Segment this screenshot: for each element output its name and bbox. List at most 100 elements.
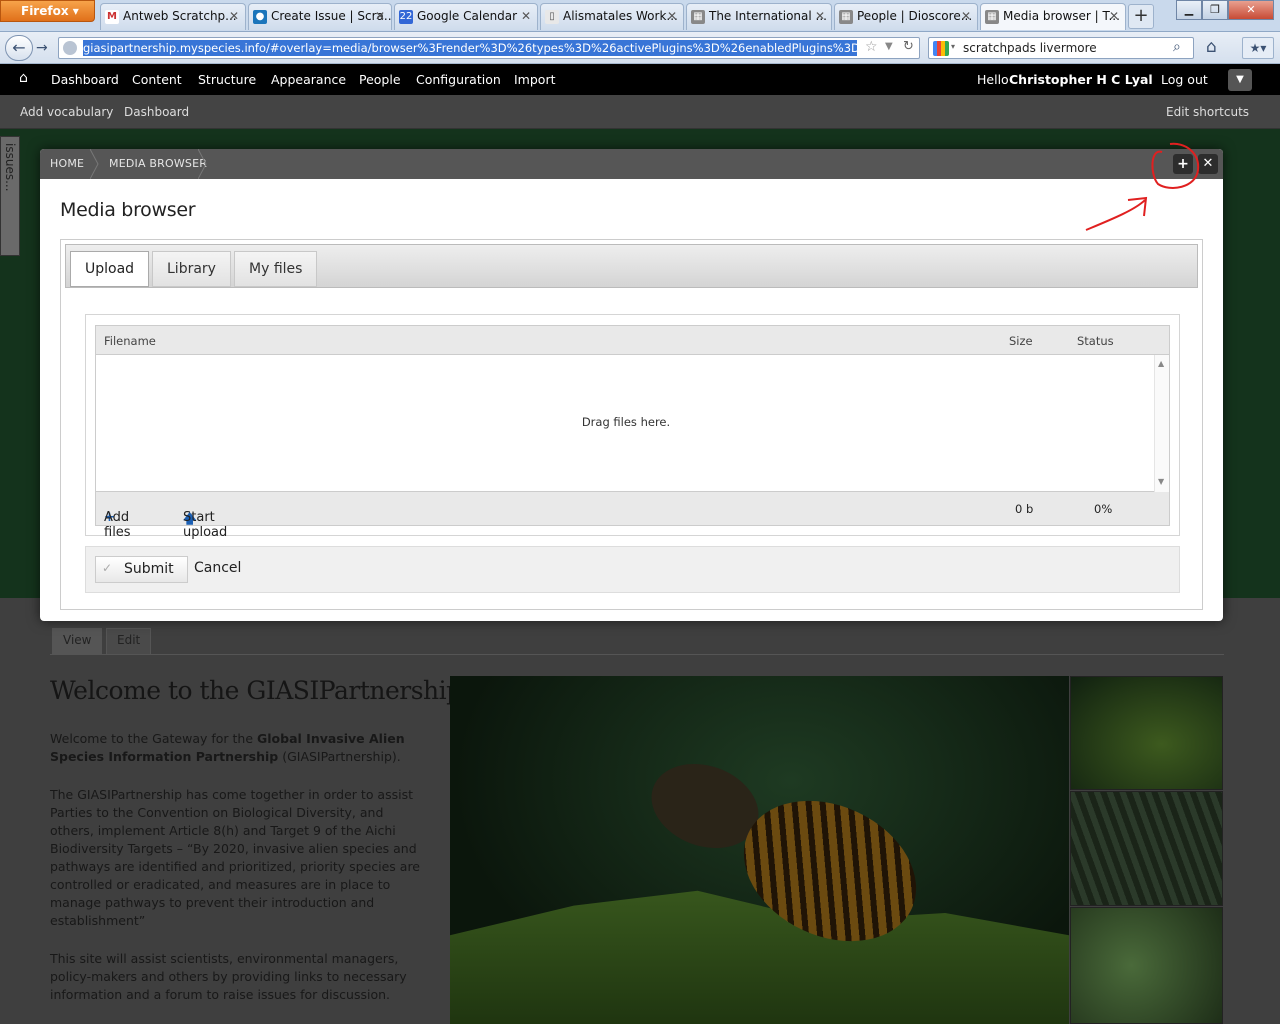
edit-shortcuts-link[interactable]: Edit shortcuts bbox=[1166, 105, 1249, 119]
column-status: Status bbox=[1077, 334, 1114, 348]
breadcrumb-home[interactable]: HOME bbox=[50, 149, 84, 179]
window-close-button[interactable]: ✕ bbox=[1228, 0, 1274, 20]
toolbar-structure[interactable]: Structure bbox=[198, 72, 256, 87]
bookmarks-menu-icon[interactable]: ★▾ bbox=[1242, 37, 1274, 59]
forward-button[interactable]: → bbox=[36, 38, 54, 58]
firefox-menu-button[interactable]: Firefox ▾ bbox=[0, 0, 95, 22]
home-icon[interactable]: ⌂ bbox=[1206, 37, 1217, 57]
search-input[interactable]: scratchpads livermore bbox=[963, 41, 1097, 55]
thumbnail-image[interactable] bbox=[1070, 907, 1223, 1024]
close-tab-icon[interactable]: ✕ bbox=[375, 9, 385, 23]
close-tab-icon[interactable]: ✕ bbox=[961, 9, 971, 23]
cancel-link[interactable]: Cancel bbox=[194, 560, 241, 576]
checkmark-icon: ✓ bbox=[102, 561, 113, 575]
grid-icon: ▦ bbox=[691, 10, 705, 24]
search-bar[interactable]: ▾ scratchpads livermore ⌕ bbox=[928, 37, 1194, 59]
toolbar-content[interactable]: Content bbox=[132, 72, 182, 87]
close-tab-icon[interactable]: ✕ bbox=[521, 9, 531, 23]
file-list-scrollbar[interactable]: ▲ ▼ bbox=[1154, 355, 1169, 492]
file-table-footer: + Add files 🡅 Start upload 0 b 0% bbox=[95, 492, 1170, 540]
close-tab-icon[interactable]: ✕ bbox=[229, 9, 239, 23]
tab-upload[interactable]: Upload bbox=[70, 251, 150, 287]
file-drop-zone[interactable]: Drag files here. ▲ ▼ bbox=[95, 355, 1170, 492]
grid-icon: ▦ bbox=[839, 10, 853, 24]
logout-link[interactable]: Log out bbox=[1161, 72, 1208, 87]
browser-tab[interactable]: M Antweb Scratchp... ✕ bbox=[100, 3, 246, 30]
google-icon[interactable] bbox=[933, 41, 949, 56]
scroll-down-icon[interactable]: ▼ bbox=[1158, 477, 1164, 486]
bookmark-star-icon[interactable]: ☆ bbox=[865, 39, 878, 55]
close-tab-icon[interactable]: ✕ bbox=[1109, 9, 1119, 23]
search-icon[interactable]: ⌕ bbox=[1173, 39, 1181, 55]
tabs-divider bbox=[50, 654, 1224, 655]
page-title: Welcome to the GIASIPartnership bbox=[50, 676, 462, 705]
tab-edit[interactable]: Edit bbox=[106, 628, 152, 654]
browser-tab[interactable]: ▦ People | Dioscore... ✕ bbox=[834, 3, 978, 30]
submit-label: Submit bbox=[124, 561, 174, 577]
shortcut-add-vocabulary[interactable]: Add vocabulary bbox=[20, 105, 113, 119]
tab-my-files[interactable]: My files bbox=[234, 251, 318, 287]
toolbar-dashboard[interactable]: Dashboard bbox=[51, 72, 119, 87]
thumbnail-image[interactable] bbox=[1070, 791, 1223, 906]
user-name-link[interactable]: Christopher H C Lyal bbox=[1009, 72, 1153, 87]
toolbar-people[interactable]: People bbox=[359, 72, 401, 87]
url-bar[interactable]: giasipartnership.myspecies.info/#overlay… bbox=[58, 37, 920, 59]
scroll-up-icon[interactable]: ▲ bbox=[1158, 359, 1164, 368]
tab-view[interactable]: View bbox=[52, 628, 103, 654]
site-identity-icon[interactable] bbox=[63, 41, 77, 55]
tab-label: Antweb Scratchp... bbox=[123, 9, 237, 23]
restore-button[interactable]: ❐ bbox=[1202, 0, 1228, 20]
engine-dropdown-icon[interactable]: ▾ bbox=[951, 42, 955, 51]
thumbnail-image[interactable] bbox=[1070, 676, 1223, 790]
toolbar-import[interactable]: Import bbox=[514, 72, 556, 87]
tab-library[interactable]: Library bbox=[152, 251, 231, 287]
tab-label: Google Calendar bbox=[417, 9, 518, 23]
issues-side-tab[interactable]: issues... bbox=[0, 136, 20, 256]
page-icon: ▯ bbox=[545, 10, 559, 24]
navigation-bar: ← → giasipartnership.myspecies.info/#ove… bbox=[0, 32, 1280, 64]
submit-button[interactable]: ✓ Submit bbox=[95, 556, 188, 583]
total-size: 0 b bbox=[1015, 502, 1034, 516]
tab-label: Create Issue | Scra... bbox=[271, 9, 392, 23]
home-icon[interactable]: ⌂ bbox=[19, 70, 28, 86]
tab-label: Media browser | T... bbox=[1003, 9, 1120, 23]
history-dropdown-icon[interactable]: ▼ bbox=[885, 41, 893, 52]
media-tabs: Upload Library My files bbox=[65, 244, 1198, 288]
file-table-header: Filename Size Status bbox=[95, 325, 1170, 355]
drop-message: Drag files here. bbox=[581, 415, 671, 429]
close-overlay-button[interactable]: ✕ bbox=[1198, 154, 1218, 174]
tab-label: The International ... bbox=[709, 9, 827, 23]
media-browser-overlay: HOME MEDIA BROWSER + ✕ Media browser Upl… bbox=[40, 149, 1223, 621]
add-files-label: Add files bbox=[104, 510, 131, 540]
browser-tab-active[interactable]: ▦ Media browser | T... ✕ bbox=[980, 3, 1126, 30]
toolbar-drawer-toggle[interactable]: ▼ bbox=[1228, 69, 1252, 91]
firefox-menu-label: Firefox bbox=[21, 4, 69, 18]
upload-widget: Filename Size Status Drag files here. ▲ … bbox=[85, 314, 1180, 540]
breadcrumb-separator-icon bbox=[90, 149, 99, 179]
url-text[interactable]: giasipartnership.myspecies.info/#overlay… bbox=[83, 40, 857, 56]
total-status: 0% bbox=[1094, 502, 1113, 516]
breadcrumb-media-browser[interactable]: MEDIA BROWSER bbox=[109, 149, 207, 179]
back-button[interactable]: ← bbox=[5, 35, 33, 61]
breadcrumb-separator-icon bbox=[198, 149, 207, 179]
toolbar-appearance[interactable]: Appearance bbox=[271, 72, 346, 87]
reload-icon[interactable]: ↻ bbox=[903, 39, 914, 54]
featured-beetle-image[interactable] bbox=[450, 676, 1069, 1024]
browser-tab[interactable]: 22 Google Calendar ✕ bbox=[394, 3, 538, 30]
browser-tab[interactable]: ▦ The International ... ✕ bbox=[686, 3, 832, 30]
add-shortcut-button[interactable]: + bbox=[1173, 154, 1193, 174]
shortcut-dashboard[interactable]: Dashboard bbox=[124, 105, 189, 119]
leaf-shape bbox=[450, 890, 1069, 1024]
close-tab-icon[interactable]: ✕ bbox=[815, 9, 825, 23]
browser-tab[interactable]: ▯ Alismatales Work... ✕ bbox=[540, 3, 684, 30]
close-tab-icon[interactable]: ✕ bbox=[667, 9, 677, 23]
gmail-icon: M bbox=[105, 10, 119, 24]
start-upload-label: Start upload bbox=[183, 510, 228, 540]
toolbar-configuration[interactable]: Configuration bbox=[416, 72, 501, 87]
browser-tab[interactable]: ● Create Issue | Scra... ✕ bbox=[248, 3, 392, 30]
admin-toolbar: ⌂ Dashboard Content Structure Appearance… bbox=[0, 64, 1280, 95]
new-tab-button[interactable]: + bbox=[1128, 4, 1154, 29]
minimize-button[interactable]: ▁ bbox=[1176, 0, 1202, 20]
mission-paragraph: The GIASIPartnership has come together i… bbox=[50, 787, 420, 928]
intro-prefix: Welcome to the Gateway for the bbox=[50, 731, 258, 746]
